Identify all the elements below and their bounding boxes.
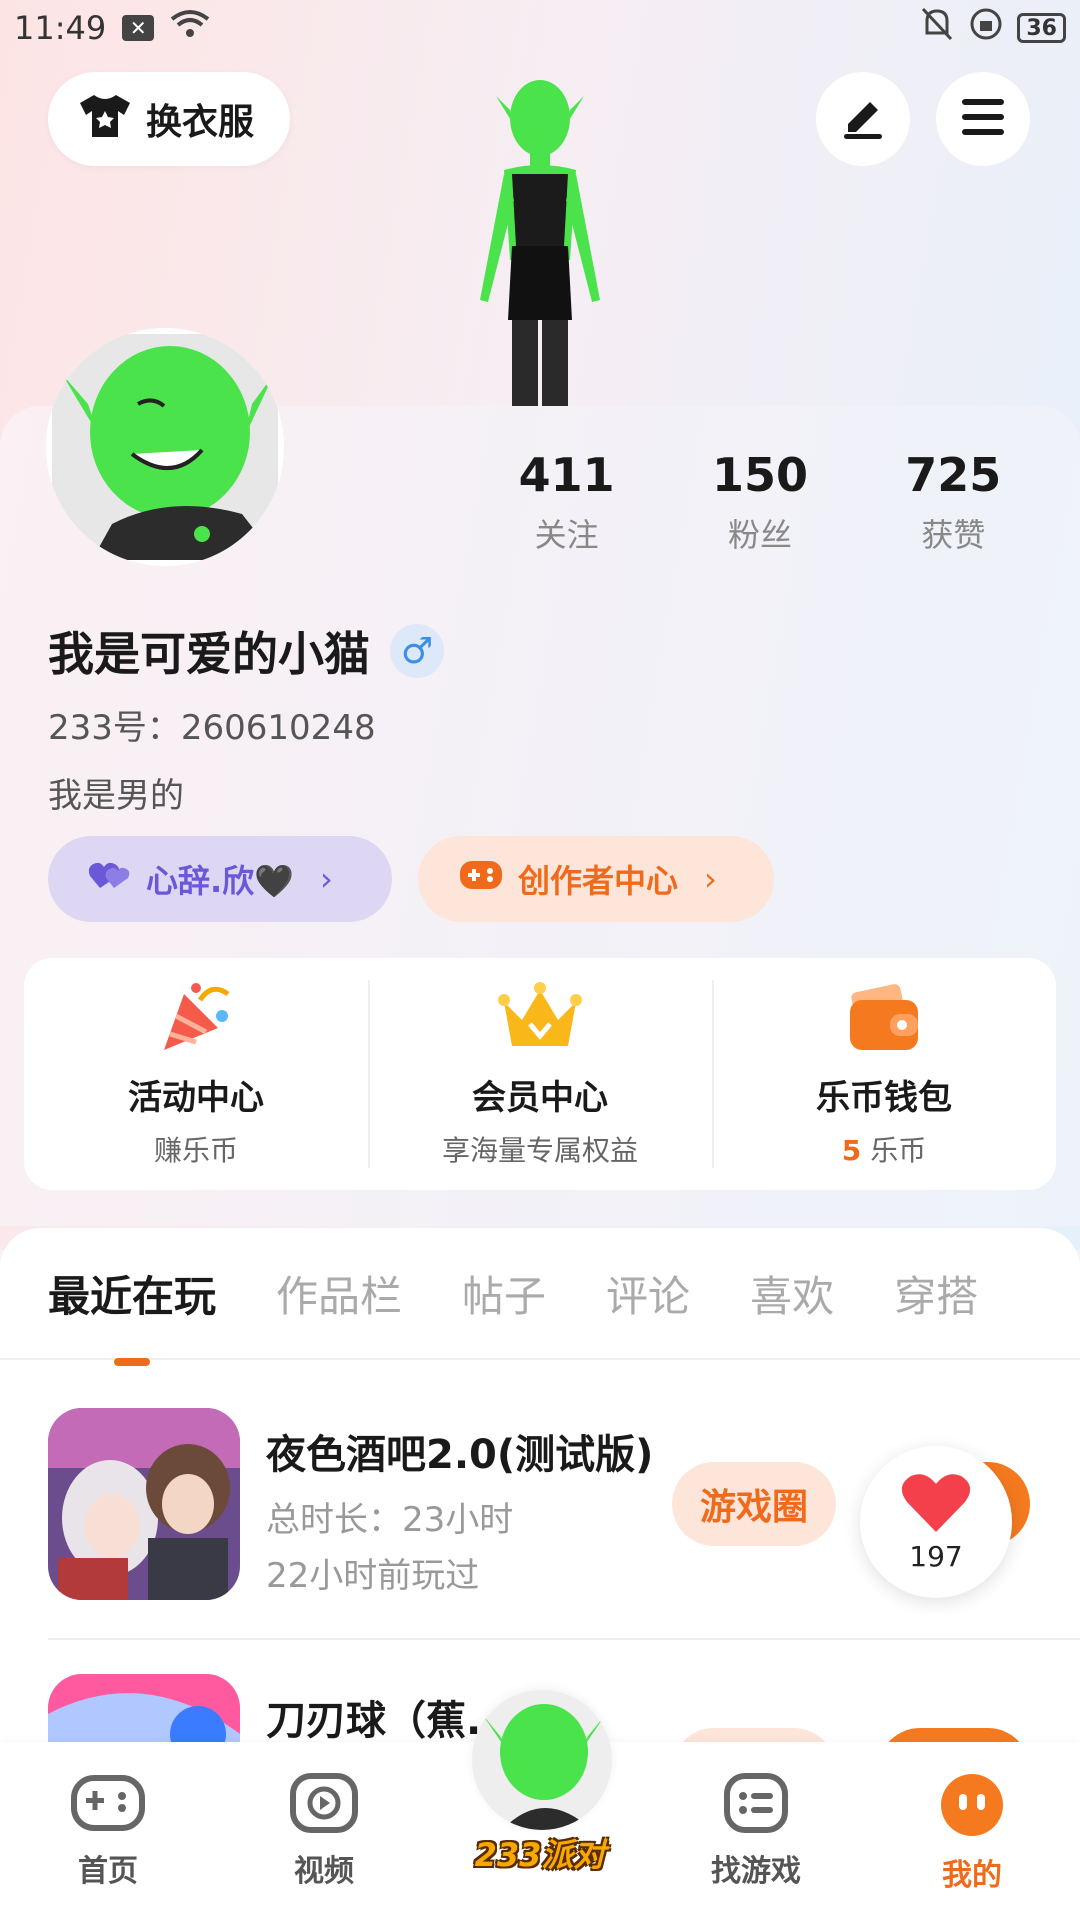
gamepad-icon	[458, 857, 504, 901]
stat-value: 411	[518, 448, 615, 502]
heart-icon	[901, 1472, 971, 1538]
wallet-icon	[844, 980, 924, 1060]
male-gender-icon: ♂	[390, 624, 444, 678]
feature-title: 会员中心	[472, 1078, 608, 1118]
feature-card: 活动中心 赚乐币 会员中心 享海量专属权益 乐币钱包 5 乐币	[24, 958, 1056, 1190]
user-bio: 我是男的	[48, 776, 184, 816]
change-outfit-label: 换衣服	[146, 102, 255, 143]
game-circle-button[interactable]: 游戏圈	[672, 1462, 836, 1546]
feature-subtitle: 赚乐币	[153, 1134, 238, 1167]
user-id[interactable]: 233号：260610248	[48, 700, 376, 749]
rotation-lock-icon	[969, 7, 1003, 49]
mine-face-icon	[939, 1772, 1005, 1842]
battery-indicator: 36	[1017, 13, 1066, 43]
stat-value: 725	[905, 448, 1002, 502]
chevron-right-icon: ›	[320, 860, 333, 898]
nav-find-games[interactable]: 找游戏	[648, 1772, 864, 1920]
change-outfit-button[interactable]: 换衣服	[48, 72, 290, 166]
edit-profile-button[interactable]	[816, 72, 910, 166]
group-pill-button[interactable]: 心辞.欣🖤 ›	[48, 836, 392, 922]
like-count: 197	[909, 1539, 963, 1573]
nav-home[interactable]: 首页	[0, 1772, 216, 1920]
avatar-character-figure[interactable]	[420, 70, 660, 410]
nav-video[interactable]: 视频	[216, 1772, 432, 1920]
list-icon	[723, 1772, 789, 1838]
party-center-button[interactable]: 233派对	[460, 1690, 620, 1910]
feature-subtitle: 享海量专属权益	[441, 1134, 638, 1167]
tab-works[interactable]: 作品栏	[276, 1263, 402, 1324]
username-text: 我是可爱的小猫	[48, 627, 370, 681]
creator-center-label: 创作者中心	[518, 862, 679, 900]
stat-value: 150	[711, 448, 808, 502]
nav-label: 首页	[78, 1854, 138, 1889]
pen-icon	[840, 94, 886, 144]
membership-center[interactable]: 会员中心 享海量专属权益	[368, 958, 712, 1190]
party-popper-icon	[156, 980, 236, 1060]
notification-x-icon: ✕	[122, 15, 155, 41]
game-total-duration: 总时长：23小时	[266, 1500, 514, 1540]
feature-subtitle: 5 乐币	[842, 1129, 926, 1169]
game-last-played: 22小时前玩过	[266, 1556, 480, 1596]
coin-unit: 乐币	[870, 1134, 927, 1167]
stat-label: 获赞	[921, 516, 986, 554]
party-avatar	[472, 1690, 612, 1830]
activity-center[interactable]: 活动中心 赚乐币	[24, 958, 368, 1190]
profile-stats: 411 关注 150 粉丝 725 获赞	[470, 448, 1050, 556]
stat-likes[interactable]: 725 获赞	[857, 448, 1050, 556]
nav-label: 视频	[294, 1854, 354, 1889]
mute-bell-icon	[919, 7, 955, 49]
stat-following[interactable]: 411 关注	[470, 448, 663, 556]
tab-comments[interactable]: 评论	[606, 1263, 690, 1324]
game-thumbnail[interactable]	[48, 1408, 240, 1600]
stat-label: 粉丝	[727, 516, 792, 554]
username: 我是可爱的小猫 ♂	[48, 618, 444, 684]
shirt-icon	[78, 91, 132, 148]
coin-balance: 5	[841, 1134, 862, 1167]
menu-button[interactable]	[936, 72, 1030, 166]
play-video-icon	[289, 1772, 359, 1838]
nav-mine[interactable]: 我的	[864, 1772, 1080, 1920]
coin-wallet[interactable]: 乐币钱包 5 乐币	[712, 958, 1056, 1190]
status-time: 11:49	[14, 9, 107, 47]
feature-title: 活动中心	[128, 1078, 264, 1118]
status-bar: 11:49 ✕ 36	[0, 0, 1080, 56]
game-title: 夜色酒吧2.0(测试版)	[266, 1432, 654, 1478]
party-label: 233派对	[474, 1836, 606, 1874]
crown-icon	[498, 980, 582, 1060]
like-float-button[interactable]: 197	[860, 1446, 1012, 1598]
content-tabs: 最近在玩 作品栏 帖子 评论 喜欢 穿搭	[0, 1228, 1080, 1360]
tab-outfits[interactable]: 穿搭	[894, 1263, 978, 1324]
tab-likes[interactable]: 喜欢	[750, 1263, 834, 1324]
stat-label: 关注	[534, 516, 599, 554]
nav-label: 找游戏	[711, 1854, 801, 1889]
feature-title: 乐币钱包	[816, 1078, 952, 1118]
creator-center-button[interactable]: 创作者中心 ›	[418, 836, 774, 922]
nav-label: 我的	[942, 1858, 1002, 1893]
profile-avatar[interactable]	[46, 328, 284, 566]
list-divider	[48, 1638, 1080, 1640]
gamepad-icon	[70, 1772, 146, 1838]
stat-followers[interactable]: 150 粉丝	[663, 448, 856, 556]
wifi-icon	[170, 9, 210, 47]
tab-posts[interactable]: 帖子	[462, 1263, 546, 1324]
chevron-right-icon: ›	[704, 860, 717, 898]
hamburger-menu-icon	[960, 97, 1006, 141]
tab-recently-played[interactable]: 最近在玩	[48, 1263, 216, 1324]
double-heart-icon	[88, 858, 132, 900]
group-pill-label: 心辞.欣🖤	[146, 862, 295, 900]
